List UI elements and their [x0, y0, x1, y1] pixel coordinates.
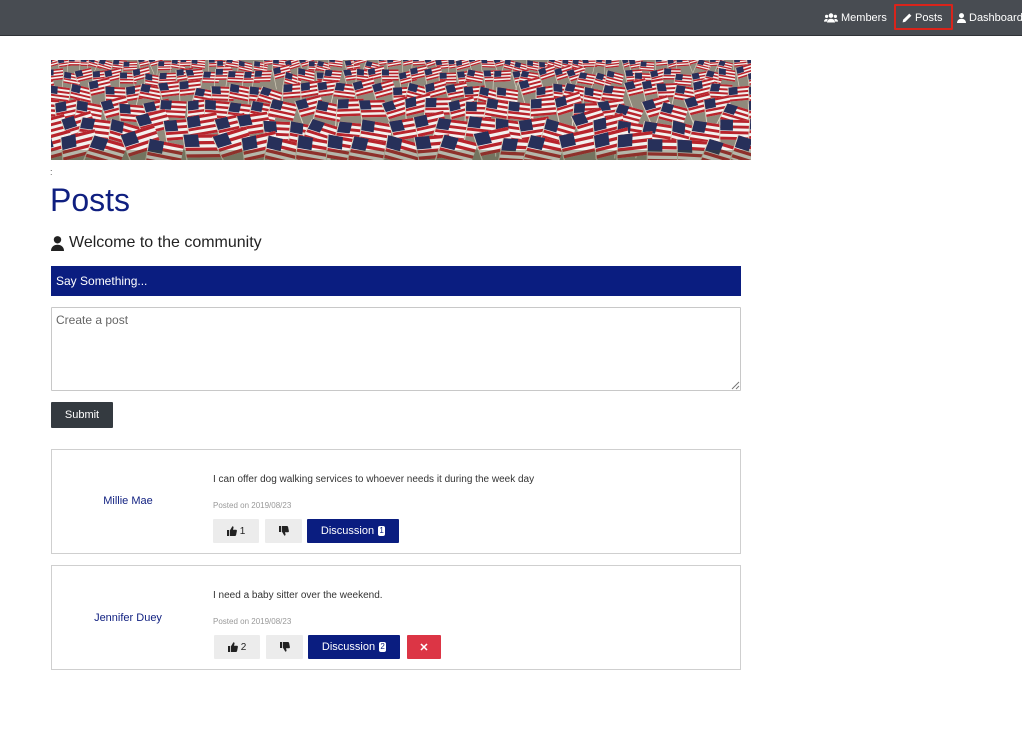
- like-count: 1: [239, 525, 246, 537]
- user-icon: [51, 235, 64, 251]
- dislike-button[interactable]: [265, 519, 302, 543]
- thumbs-up-icon: [227, 642, 238, 652]
- discussion-count-badge: 2: [379, 642, 387, 652]
- top-navbar: Members Posts Dashboard: [0, 0, 1022, 36]
- nav-dashboard-label: Dashboard: [969, 12, 1022, 24]
- like-count: 2: [240, 641, 247, 653]
- welcome-heading: Welcome to the community: [51, 233, 262, 253]
- nav-members-link[interactable]: Members: [824, 9, 887, 27]
- post-card: Jennifer Duey I need a baby sitter over …: [51, 565, 741, 670]
- delete-post-button[interactable]: ✕: [407, 635, 441, 659]
- thumbs-down-icon: [278, 526, 289, 536]
- post-date: Posted on 2019/08/23: [213, 617, 292, 626]
- submit-post-button[interactable]: Submit: [51, 402, 113, 428]
- post-date: Posted on 2019/08/23: [213, 501, 292, 510]
- nav-dashboard-link[interactable]: Dashboard: [957, 9, 1022, 27]
- dislike-button[interactable]: [266, 635, 303, 659]
- post-author[interactable]: Jennifer Duey: [52, 612, 204, 624]
- discussion-button[interactable]: Discussion 1: [307, 519, 399, 543]
- post-card: Millie Mae I can offer dog walking servi…: [51, 449, 741, 554]
- thumbs-down-icon: [279, 642, 290, 652]
- discussion-label: Discussion: [320, 525, 375, 537]
- post-text: I can offer dog walking services to whoe…: [213, 474, 535, 485]
- post-text: I need a baby sitter over the weekend.: [213, 590, 383, 601]
- composer-header: Say Something...: [51, 266, 741, 296]
- active-nav-highlight: [894, 4, 953, 30]
- discussion-count-badge: 1: [378, 526, 386, 536]
- discussion-button[interactable]: Discussion 2: [308, 635, 400, 659]
- close-icon: ✕: [419, 641, 429, 654]
- users-icon: [824, 13, 838, 23]
- welcome-text: Welcome to the community: [69, 234, 262, 251]
- textarea-resize-handle[interactable]: [731, 381, 740, 390]
- discussion-label: Discussion: [321, 641, 376, 653]
- page-title: Posts: [50, 182, 131, 218]
- like-button[interactable]: 2: [214, 635, 260, 659]
- user-icon: [957, 13, 966, 23]
- nav-members-label: Members: [841, 12, 887, 24]
- thumbs-up-icon: [226, 526, 237, 536]
- like-button[interactable]: 1: [213, 519, 259, 543]
- stray-mark: :: [50, 167, 53, 177]
- flags-banner-image: [51, 60, 751, 160]
- create-post-textarea[interactable]: [51, 307, 741, 391]
- post-author[interactable]: Millie Mae: [52, 495, 204, 507]
